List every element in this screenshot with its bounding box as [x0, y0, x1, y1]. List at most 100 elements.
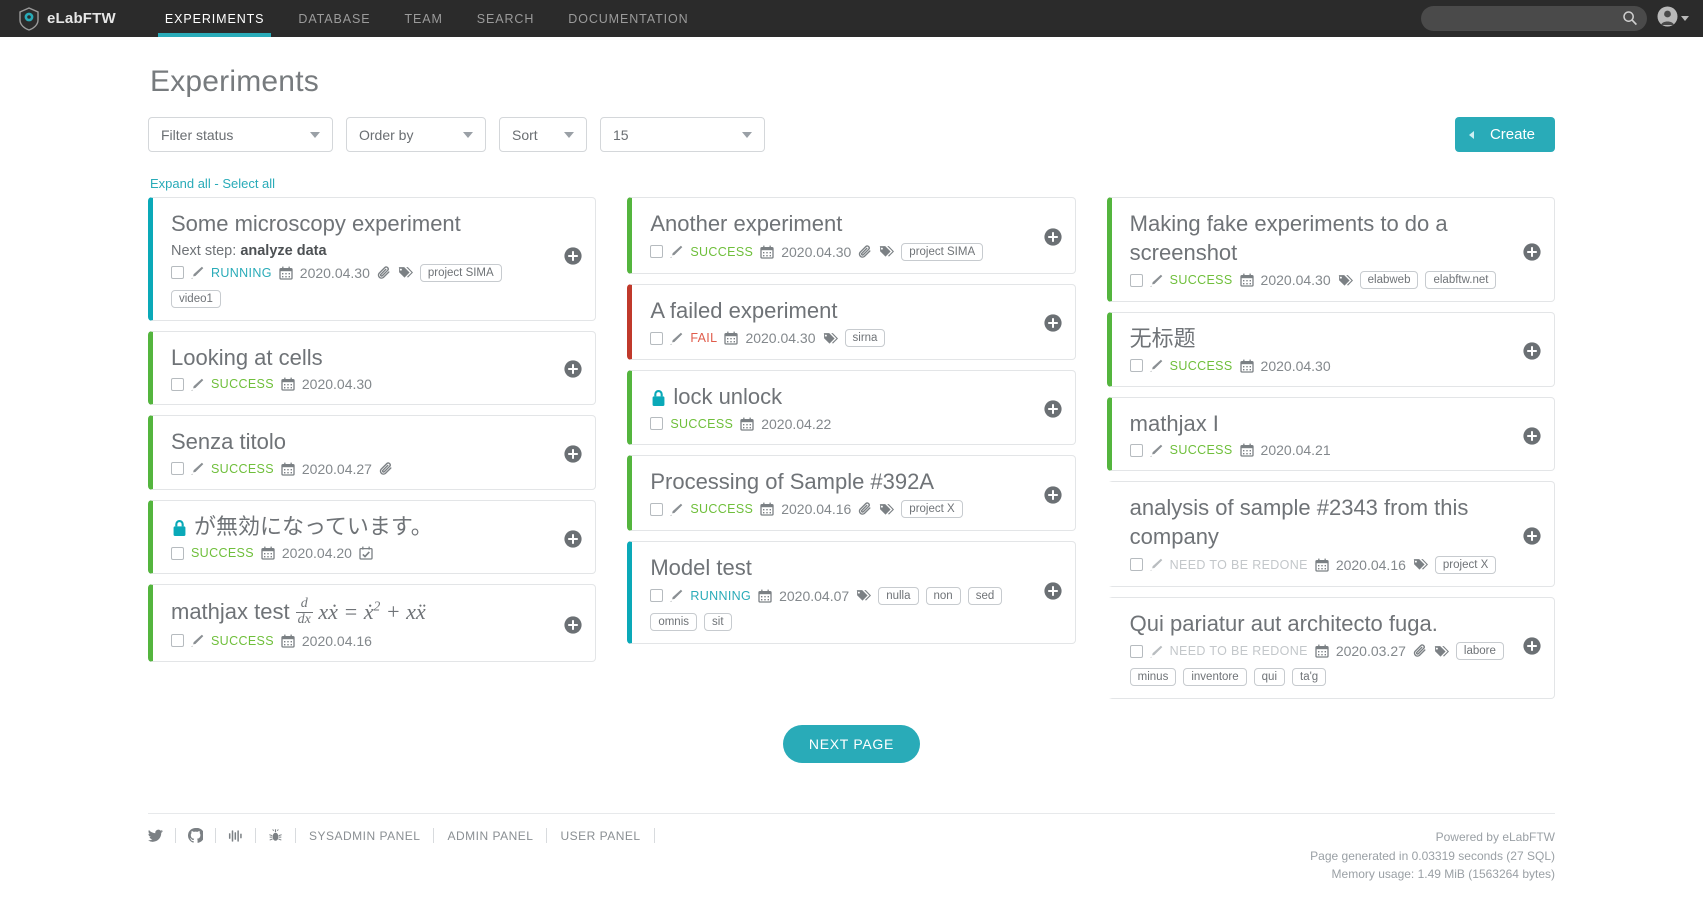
select-checkbox[interactable] — [1130, 274, 1143, 287]
tag-pill[interactable]: elabweb — [1360, 271, 1419, 289]
tag-pill[interactable]: sed — [968, 587, 1003, 605]
filter-status-select[interactable]: Filter status — [148, 117, 333, 152]
select-all-link[interactable]: Select all — [222, 176, 275, 191]
experiment-title[interactable]: Processing of Sample #392A — [650, 468, 1020, 497]
experiment-title[interactable]: mathjax testddx xẋ = ẋ2 + xẍ — [171, 597, 541, 628]
experiment-card[interactable]: Processing of Sample #392ASUCCESS2020.04… — [627, 455, 1075, 532]
select-checkbox[interactable] — [171, 634, 184, 647]
tag-pill[interactable]: project SIMA — [420, 264, 502, 282]
pencil-icon[interactable] — [670, 245, 683, 258]
experiment-card[interactable]: analysis of sample #2343 from this compa… — [1107, 481, 1555, 586]
expand-toggle-icon[interactable] — [1523, 427, 1541, 445]
experiment-card[interactable]: A failed experimentFAIL2020.04.30sirna — [627, 284, 1075, 361]
nav-link-team[interactable]: TEAM — [387, 0, 459, 37]
create-button[interactable]: Create — [1455, 117, 1555, 152]
experiment-card[interactable]: Another experimentSUCCESS2020.04.30proje… — [627, 197, 1075, 274]
expand-toggle-icon[interactable] — [564, 530, 582, 548]
tag-pill[interactable]: project X — [1435, 556, 1496, 574]
tag-pill[interactable]: nulla — [878, 587, 918, 605]
experiment-title[interactable]: mathjax I — [1130, 410, 1500, 439]
tag-pill[interactable]: elabftw.net — [1425, 271, 1496, 289]
expand-toggle-icon[interactable] — [1523, 527, 1541, 545]
expand-toggle-icon[interactable] — [564, 247, 582, 265]
pencil-icon[interactable] — [1150, 274, 1163, 287]
tag-pill[interactable]: sit — [704, 613, 732, 631]
experiment-title[interactable]: が無効になっています。 — [171, 513, 541, 542]
limit-select[interactable]: 15 — [600, 117, 765, 152]
expand-toggle-icon[interactable] — [1523, 637, 1541, 655]
expand-toggle-icon[interactable] — [564, 360, 582, 378]
expand-toggle-icon[interactable] — [1044, 228, 1062, 246]
experiment-title[interactable]: Some microscopy experiment — [171, 210, 541, 239]
next-page-button[interactable]: NEXT PAGE — [783, 725, 920, 763]
bug-icon[interactable] — [256, 828, 295, 843]
footer-link-sysadmin-panel[interactable]: SYSADMIN PANEL — [296, 829, 433, 843]
select-checkbox[interactable] — [1130, 558, 1143, 571]
pencil-icon[interactable] — [191, 634, 204, 647]
expand-toggle-icon[interactable] — [564, 445, 582, 463]
select-checkbox[interactable] — [171, 378, 184, 391]
search-input[interactable] — [1421, 12, 1647, 26]
experiment-title[interactable]: Model test — [650, 554, 1020, 583]
tag-pill[interactable]: project SIMA — [901, 243, 983, 261]
experiment-card[interactable]: Model testRUNNING2020.04.07nullanonsedom… — [627, 541, 1075, 644]
order-by-select[interactable]: Order by — [346, 117, 486, 152]
expand-toggle-icon[interactable] — [1523, 342, 1541, 360]
select-checkbox[interactable] — [650, 589, 663, 602]
tag-pill[interactable]: qui — [1254, 668, 1285, 686]
github-icon[interactable] — [176, 828, 215, 843]
tag-pill[interactable]: project X — [901, 500, 962, 518]
experiment-card[interactable]: lock unlockSUCCESS2020.04.22 — [627, 370, 1075, 445]
pencil-icon[interactable] — [191, 462, 204, 475]
footer-link-user-panel[interactable]: USER PANEL — [547, 829, 653, 843]
nav-link-database[interactable]: DATABASE — [281, 0, 387, 37]
tag-pill[interactable]: inventore — [1183, 668, 1246, 686]
user-menu[interactable] — [1657, 6, 1689, 32]
experiment-title[interactable]: Another experiment — [650, 210, 1020, 239]
expand-toggle-icon[interactable] — [1044, 582, 1062, 600]
pencil-icon[interactable] — [670, 589, 683, 602]
tag-pill[interactable]: omnis — [650, 613, 697, 631]
pencil-icon[interactable] — [670, 332, 683, 345]
select-checkbox[interactable] — [650, 417, 663, 430]
experiment-title[interactable]: lock unlock — [650, 383, 1020, 412]
pencil-icon[interactable] — [1150, 444, 1163, 457]
pencil-icon[interactable] — [191, 266, 204, 279]
tag-pill[interactable]: non — [926, 587, 961, 605]
experiment-card[interactable]: Some microscopy experimentNext step: ana… — [148, 197, 596, 321]
pencil-icon[interactable] — [1150, 359, 1163, 372]
expand-toggle-icon[interactable] — [1044, 486, 1062, 504]
experiment-title[interactable]: Making fake experiments to do a screensh… — [1130, 210, 1500, 267]
experiment-card[interactable]: mathjax ISUCCESS2020.04.21 — [1107, 397, 1555, 472]
experiment-card[interactable]: Senza titoloSUCCESS2020.04.27 — [148, 415, 596, 490]
experiment-card[interactable]: Looking at cellsSUCCESS2020.04.30 — [148, 331, 596, 406]
select-checkbox[interactable] — [650, 332, 663, 345]
select-checkbox[interactable] — [1130, 444, 1143, 457]
pencil-icon[interactable] — [670, 503, 683, 516]
select-checkbox[interactable] — [171, 462, 184, 475]
experiment-card[interactable]: Making fake experiments to do a screensh… — [1107, 197, 1555, 302]
tag-pill[interactable]: minus — [1130, 668, 1177, 686]
experiment-title[interactable]: A failed experiment — [650, 297, 1020, 326]
brand-logo-link[interactable]: eLabFTW — [18, 7, 116, 31]
tag-pill[interactable]: video1 — [171, 290, 221, 308]
select-checkbox[interactable] — [1130, 359, 1143, 372]
expand-toggle-icon[interactable] — [1523, 243, 1541, 261]
footer-link-admin-panel[interactable]: ADMIN PANEL — [434, 829, 546, 843]
experiment-title[interactable]: 无标题 — [1130, 325, 1500, 354]
experiment-card[interactable]: が無効になっています。SUCCESS2020.04.20 — [148, 500, 596, 575]
select-checkbox[interactable] — [650, 245, 663, 258]
experiment-title[interactable]: Looking at cells — [171, 344, 541, 373]
tag-pill[interactable]: labore — [1456, 642, 1504, 660]
experiment-title[interactable]: analysis of sample #2343 from this compa… — [1130, 494, 1500, 551]
experiment-card[interactable]: Qui pariatur aut architecto fuga.NEED TO… — [1107, 597, 1555, 700]
pencil-icon[interactable] — [1150, 645, 1163, 658]
tag-pill[interactable]: sirna — [845, 329, 886, 347]
nav-link-experiments[interactable]: EXPERIMENTS — [148, 0, 282, 37]
tag-pill[interactable]: ta'g — [1292, 668, 1326, 686]
select-checkbox[interactable] — [171, 547, 184, 560]
experiment-card[interactable]: 无标题SUCCESS2020.04.30 — [1107, 312, 1555, 387]
pencil-icon[interactable] — [1150, 558, 1163, 571]
nav-link-documentation[interactable]: DOCUMENTATION — [551, 0, 705, 37]
experiment-title[interactable]: Senza titolo — [171, 428, 541, 457]
